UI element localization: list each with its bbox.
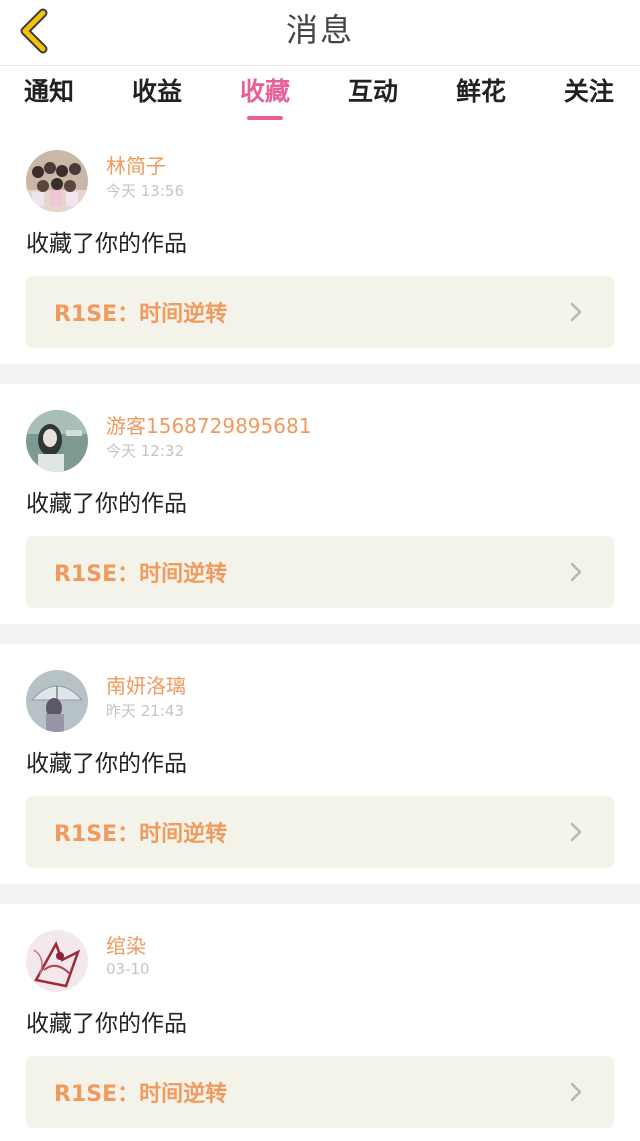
chevron-right-icon [570,1082,582,1102]
timestamp: 今天 13:56 [106,182,184,200]
separator [0,364,640,384]
work-card[interactable]: R1SE：时间逆转 [26,536,614,608]
user-name[interactable]: 绾染 [106,930,146,959]
tab-favorites[interactable]: 收藏 [240,66,290,124]
tab-follows[interactable]: 关注 [564,66,614,124]
action-text: 收藏了你的作品 [26,751,187,777]
work-card[interactable]: R1SE：时间逆转 [26,1056,614,1128]
tab-label: 互动 [347,77,398,106]
action-text: 收藏了你的作品 [26,1011,187,1037]
app-root: 消息 通知 收益 收藏 互动 鲜花 关注 林简子 今天 13:56 收藏了你的作… [0,0,640,1141]
avatar[interactable] [26,150,88,212]
work-title: R1SE：时间逆转 [54,822,228,847]
separator [0,884,640,904]
chevron-right-icon [570,822,582,842]
tab-label: 鲜花 [455,77,506,106]
work-title: R1SE：时间逆转 [54,562,228,587]
tab-label: 通知 [24,77,75,106]
work-card[interactable]: R1SE：时间逆转 [26,276,614,348]
list-item: 林简子 今天 13:56 收藏了你的作品 R1SE：时间逆转 [0,124,640,364]
avatar[interactable] [26,670,88,732]
message-tabs: 通知 收益 收藏 互动 鲜花 关注 [0,66,640,124]
chevron-left-icon [20,8,48,54]
avatar-image [26,410,88,472]
action-text: 收藏了你的作品 [26,491,187,517]
chevron-right-icon [570,562,582,582]
active-tab-indicator [246,116,283,120]
tab-flowers[interactable]: 鲜花 [456,66,506,124]
avatar[interactable] [26,410,88,472]
work-title: R1SE：时间逆转 [54,1082,228,1107]
list-item: 游客1568729895681 今天 12:32 收藏了你的作品 R1SE：时间… [0,384,640,624]
timestamp: 昨天 21:43 [106,702,184,720]
user-row: 林简子 今天 13:56 [26,124,614,214]
user-name[interactable]: 游客1568729895681 [106,410,311,439]
user-row: 绾染 03-10 [26,904,614,994]
work-card[interactable]: R1SE：时间逆转 [26,796,614,868]
tab-label: 关注 [563,77,614,106]
tab-interactions[interactable]: 互动 [348,66,398,124]
tab-label: 收藏 [239,77,290,106]
chevron-right-icon [570,302,582,322]
list-item: 南妍洛璃 昨天 21:43 收藏了你的作品 R1SE：时间逆转 [0,644,640,884]
tab-earnings[interactable]: 收益 [132,66,182,124]
avatar-image [26,150,88,212]
page-title: 消息 [285,11,354,49]
list-item: 绾染 03-10 收藏了你的作品 R1SE：时间逆转 [0,904,640,1141]
action-text: 收藏了你的作品 [26,231,187,257]
separator [0,624,640,644]
timestamp: 03-10 [106,960,150,978]
tab-notifications[interactable]: 通知 [24,66,74,124]
user-name[interactable]: 林简子 [106,150,166,179]
tab-label: 收益 [131,77,182,106]
user-row: 南妍洛璃 昨天 21:43 [26,644,614,734]
avatar-image [26,930,88,992]
timestamp: 今天 12:32 [106,442,184,460]
top-nav-bar: 消息 [0,0,640,66]
avatar-image [26,670,88,732]
work-title: R1SE：时间逆转 [54,302,228,327]
avatar[interactable] [26,930,88,992]
user-name[interactable]: 南妍洛璃 [106,670,186,699]
user-row: 游客1568729895681 今天 12:32 [26,384,614,474]
favorites-feed: 林简子 今天 13:56 收藏了你的作品 R1SE：时间逆转 游客1568729… [0,124,640,1141]
back-button[interactable] [14,6,54,56]
